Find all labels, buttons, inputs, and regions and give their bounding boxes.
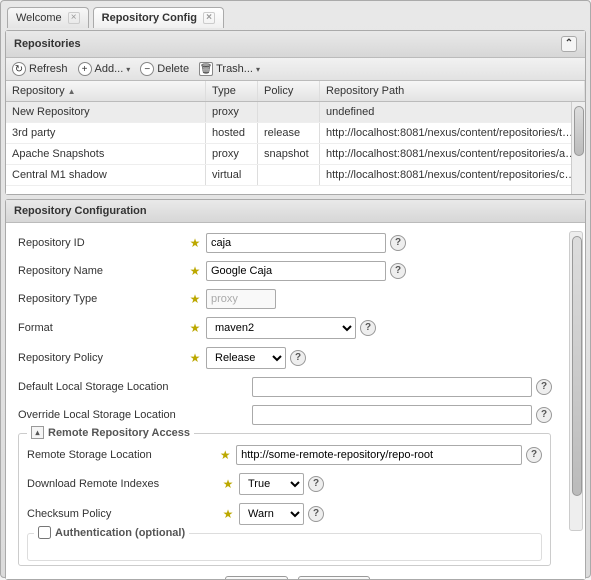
- refresh-icon: ↻: [12, 62, 26, 76]
- repositories-panel: Repositories ⌃ ↻ Refresh + Add... ▾ − De…: [5, 30, 586, 195]
- config-header: Repository Configuration: [6, 200, 585, 223]
- delete-button[interactable]: − Delete: [140, 62, 189, 76]
- minus-icon: −: [140, 62, 154, 76]
- button-label: Delete: [157, 63, 189, 75]
- repository-type-value: proxy: [206, 289, 276, 309]
- help-icon[interactable]: ?: [290, 350, 306, 366]
- table-row[interactable]: Central M1 shadow virtual http://localho…: [6, 165, 585, 186]
- checksum-policy-select[interactable]: Warn: [239, 503, 304, 525]
- help-icon[interactable]: ?: [308, 506, 324, 522]
- repositories-toolbar: ↻ Refresh + Add... ▾ − Delete 🗑 Trash...…: [6, 58, 585, 81]
- required-icon: ★: [188, 321, 202, 335]
- button-label: Add...: [95, 63, 124, 75]
- repository-name-input[interactable]: [206, 261, 386, 281]
- collapse-toggle-icon[interactable]: ▴: [31, 426, 44, 439]
- collapse-icon[interactable]: ⌃: [561, 36, 577, 52]
- default-storage-label: Default Local Storage Location: [18, 381, 248, 393]
- repository-name-label: Repository Name: [18, 265, 184, 277]
- config-body: Repository ID ★ ? Repository Name ★ ? Re…: [6, 223, 585, 579]
- authentication-checkbox[interactable]: [38, 526, 51, 539]
- panel-title: Repository Configuration: [14, 205, 147, 217]
- format-select[interactable]: maven2: [206, 317, 356, 339]
- tab-repository-config[interactable]: Repository Config ×: [93, 7, 224, 28]
- repository-id-input[interactable]: [206, 233, 386, 253]
- panel-title: Repositories: [14, 38, 81, 50]
- default-storage-input[interactable]: [252, 377, 532, 397]
- app-window: Welcome × Repository Config × Repositori…: [0, 0, 591, 578]
- grid-body: New Repository proxy undefined 3rd party…: [6, 102, 585, 194]
- grid-header: Repository ▲ Type Policy Repository Path: [6, 81, 585, 102]
- help-icon[interactable]: ?: [526, 447, 542, 463]
- trash-button[interactable]: 🗑 Trash... ▾: [199, 62, 260, 76]
- checksum-policy-label: Checksum Policy: [27, 508, 217, 520]
- required-icon: ★: [221, 477, 235, 491]
- help-icon[interactable]: ?: [536, 379, 552, 395]
- format-label: Format: [18, 322, 184, 334]
- tab-welcome[interactable]: Welcome ×: [7, 7, 89, 28]
- repository-type-label: Repository Type: [18, 293, 184, 305]
- plus-icon: +: [78, 62, 92, 76]
- repository-configuration-panel: Repository Configuration Repository ID ★…: [5, 199, 586, 580]
- required-icon: ★: [218, 448, 232, 462]
- scroll-thumb[interactable]: [572, 236, 582, 496]
- repository-policy-label: Repository Policy: [18, 352, 184, 364]
- required-icon: ★: [188, 264, 202, 278]
- table-row[interactable]: New Repository proxy undefined: [6, 102, 585, 123]
- button-label: Trash...: [216, 63, 253, 75]
- help-icon[interactable]: ?: [536, 407, 552, 423]
- required-icon: ★: [188, 351, 202, 365]
- refresh-button[interactable]: ↻ Refresh: [12, 62, 68, 76]
- tab-label: Welcome: [16, 12, 62, 24]
- repositories-header: Repositories ⌃: [6, 31, 585, 58]
- table-row[interactable]: 3rd party hosted release http://localhos…: [6, 123, 585, 144]
- override-storage-label: Override Local Storage Location: [18, 409, 248, 421]
- remote-storage-label: Remote Storage Location: [27, 449, 214, 461]
- repositories-grid: Repository ▲ Type Policy Repository Path…: [6, 81, 585, 194]
- download-indexes-select[interactable]: True: [239, 473, 304, 495]
- repository-policy-select[interactable]: Release: [206, 347, 286, 369]
- required-icon: ★: [188, 292, 202, 306]
- col-repository[interactable]: Repository ▲: [6, 81, 206, 101]
- remote-access-fieldset: ▴ Remote Repository Access Remote Storag…: [18, 433, 551, 566]
- help-icon[interactable]: ?: [390, 235, 406, 251]
- vertical-scrollbar[interactable]: [569, 231, 583, 531]
- scroll-thumb[interactable]: [574, 106, 584, 156]
- repository-id-label: Repository ID: [18, 237, 184, 249]
- required-icon: ★: [221, 507, 235, 521]
- authentication-fieldset: Authentication (optional): [27, 533, 542, 561]
- remote-storage-input[interactable]: [236, 445, 522, 465]
- close-icon[interactable]: ×: [203, 12, 215, 24]
- help-icon[interactable]: ?: [308, 476, 324, 492]
- chevron-down-icon: ▾: [256, 65, 260, 74]
- trash-icon: 🗑: [199, 62, 213, 76]
- authentication-legend: Authentication (optional): [34, 526, 189, 539]
- col-path[interactable]: Repository Path: [320, 81, 585, 101]
- override-storage-input[interactable]: [252, 405, 532, 425]
- help-icon[interactable]: ?: [360, 320, 376, 336]
- table-row[interactable]: Apache Snapshots proxy snapshot http://l…: [6, 144, 585, 165]
- remote-access-legend: ▴ Remote Repository Access: [27, 426, 194, 439]
- col-policy[interactable]: Policy: [258, 81, 320, 101]
- required-icon: ★: [188, 236, 202, 250]
- sort-asc-icon: ▲: [68, 87, 76, 96]
- button-label: Refresh: [29, 63, 68, 75]
- vertical-scrollbar[interactable]: [571, 102, 585, 194]
- chevron-down-icon: ▾: [126, 65, 130, 74]
- tab-label: Repository Config: [102, 12, 197, 24]
- help-icon[interactable]: ?: [390, 263, 406, 279]
- download-indexes-label: Download Remote Indexes: [27, 478, 217, 490]
- close-icon[interactable]: ×: [68, 12, 80, 24]
- tab-bar: Welcome × Repository Config ×: [5, 5, 586, 28]
- col-type[interactable]: Type: [206, 81, 258, 101]
- add-button[interactable]: + Add... ▾: [78, 62, 131, 76]
